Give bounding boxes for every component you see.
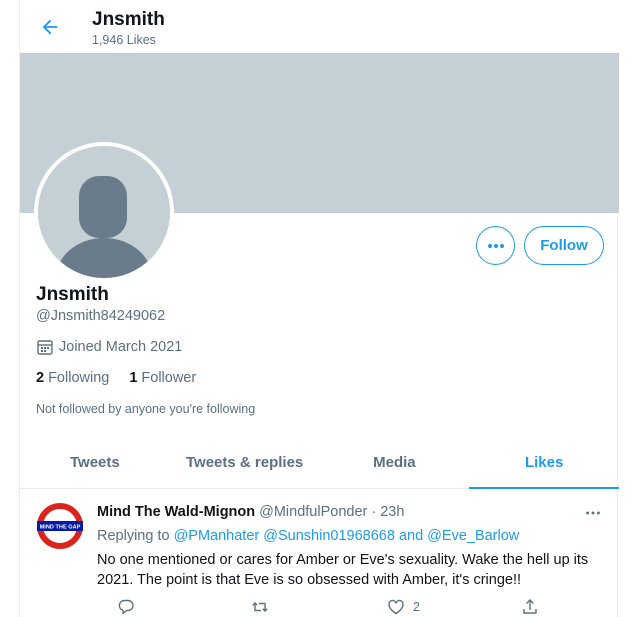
following-label: Following <box>48 370 110 386</box>
default-avatar-icon <box>38 146 170 278</box>
profile-name: Jnsmith <box>36 284 109 305</box>
tab-media[interactable]: Media <box>320 437 470 488</box>
tweet-author-handle[interactable]: @MindfulPonder <box>259 504 367 520</box>
joined-date: Joined March 2021 <box>36 338 182 356</box>
retweet-icon <box>252 602 268 612</box>
more-options-button[interactable] <box>476 226 515 265</box>
tweet-more-button[interactable] <box>580 500 606 526</box>
tab-likes[interactable]: Likes <box>469 437 619 489</box>
like-count: 2 <box>413 600 420 614</box>
tweet-author-name[interactable]: Mind The Wald-Mignon <box>97 504 255 520</box>
follow-counts: 2 Following 1 Follower <box>36 370 196 386</box>
reply-button[interactable] <box>117 598 135 616</box>
mutual-followers-note: Not followed by anyone you're following <box>36 402 256 416</box>
replying-to-label: Replying to <box>97 528 170 544</box>
profile-handle: @Jnsmith84249062 <box>36 308 166 324</box>
arrow-left-icon <box>42 19 58 35</box>
followers-link[interactable]: 1 Follower <box>129 370 196 386</box>
followers-label: Follower <box>141 370 197 386</box>
tweet-actions: 2 <box>97 598 537 617</box>
calendar-icon <box>37 340 53 355</box>
profile-header: Jnsmith 1,946 Likes <box>20 0 619 53</box>
tweet-time[interactable]: 23h <box>380 504 404 520</box>
mention-link[interactable]: @Sunshin01968668 <box>263 528 395 544</box>
liked-tweet[interactable]: MIND THE GAP Mind The Wald-Mignon @Mindf… <box>20 490 619 617</box>
header-title: Jnsmith <box>92 9 165 30</box>
heart-icon <box>388 599 404 615</box>
share-icon <box>523 599 537 614</box>
follow-button[interactable]: Follow <box>524 226 604 265</box>
mention-link[interactable]: @Eve_Barlow <box>427 528 519 544</box>
replying-to: Replying to @PManhater @Sunshin01968668 … <box>97 528 519 544</box>
like-button[interactable]: 2 <box>387 598 420 616</box>
following-count: 2 <box>36 370 45 386</box>
joined-label: Joined March 2021 <box>59 339 183 355</box>
mind-the-gap-logo: MIND THE GAP <box>37 503 83 549</box>
mention-and-label[interactable]: and <box>399 528 423 544</box>
back-button[interactable] <box>32 9 68 45</box>
profile-avatar[interactable] <box>34 142 174 282</box>
tab-tweets-replies[interactable]: Tweets & replies <box>170 437 320 488</box>
logo-text: MIND THE GAP <box>40 525 81 531</box>
tweet-separator: · <box>371 504 377 520</box>
profile-column: Jnsmith 1,946 Likes Follow Jnsmith @Jnsm… <box>19 0 619 617</box>
share-button[interactable] <box>521 598 539 616</box>
tab-tweets[interactable]: Tweets <box>20 437 170 488</box>
header-likes-count: 1,946 Likes <box>92 33 156 47</box>
tweet-author-avatar[interactable]: MIND THE GAP <box>36 502 84 550</box>
more-horizontal-icon <box>586 511 600 515</box>
reply-icon <box>118 599 134 615</box>
retweet-button[interactable] <box>251 598 269 616</box>
tweet-text: No one mentioned or cares for Amber or E… <box>97 552 589 588</box>
following-link[interactable]: 2 Following <box>36 370 109 386</box>
profile-tabs: Tweets Tweets & replies Media Likes <box>20 437 619 489</box>
mention-link[interactable]: @PManhater <box>174 528 260 544</box>
tweet-header: Mind The Wald-Mignon @MindfulPonder · 23… <box>97 504 404 520</box>
followers-count: 1 <box>129 370 138 386</box>
more-horizontal-icon <box>487 243 504 248</box>
